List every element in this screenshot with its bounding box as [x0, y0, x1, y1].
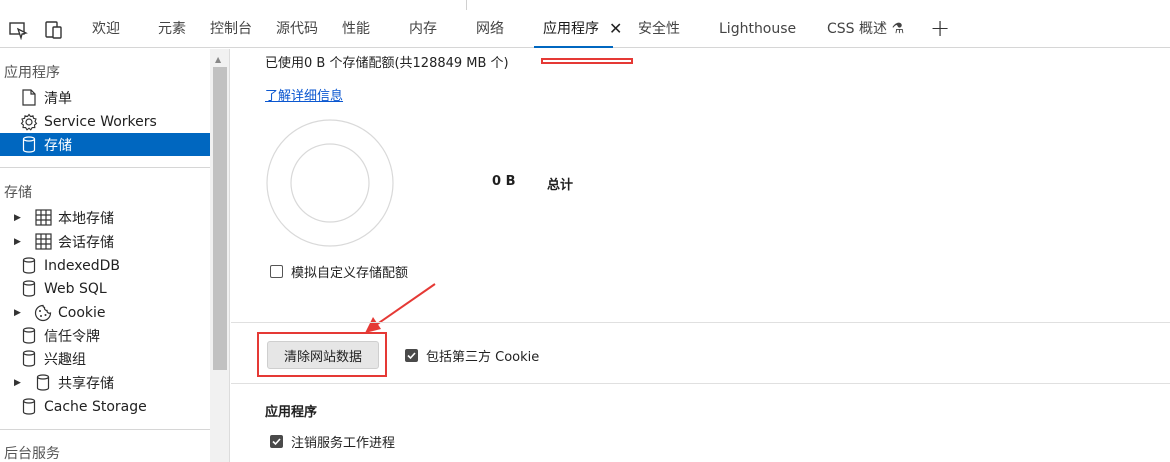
expand-arrow-icon[interactable]: ▶ [14, 308, 28, 318]
tab-css-overview[interactable]: CSS 概述 ⚗ [827, 10, 904, 48]
sidebar-item-label: Cache Storage [44, 398, 147, 415]
checkbox-box[interactable] [405, 349, 418, 362]
gear-icon [20, 113, 38, 131]
sidebar-item-label: 清单 [44, 90, 72, 107]
tab-lighthouse[interactable]: Lighthouse [719, 10, 796, 48]
sidebar-item-web-sql[interactable]: Web SQL [0, 277, 210, 300]
cookie-icon [34, 304, 52, 322]
tab-network[interactable]: 网络 [476, 10, 504, 48]
sidebar-item-label: 存储 [44, 137, 72, 154]
sidebar-divider [0, 167, 210, 168]
sidebar-item-session-storage[interactable]: ▶ 会话存储 [0, 230, 210, 253]
devtools-tabbar: 欢迎 元素 控制台 源代码 性能 内存 网络 应用程序 ✕ 安全性 Lighth… [0, 10, 1170, 48]
storage-usage-text: 已使用0 B 个存储配额(共128849 MB 个) [265, 56, 509, 71]
sidebar-section-storage: 存储 [4, 185, 32, 201]
sidebar-item-label: 共享存储 [58, 375, 114, 392]
tab-welcome[interactable]: 欢迎 [92, 10, 120, 48]
total-usage-label: 总计 [547, 178, 574, 193]
window-top-strip [0, 0, 1170, 10]
expand-arrow-icon[interactable]: ▶ [14, 213, 28, 223]
sidebar-scrollbar[interactable]: ▲ [210, 49, 230, 462]
sidebar-item-indexeddb[interactable]: IndexedDB [0, 254, 210, 277]
sidebar-item-manifest[interactable]: 清单 [0, 86, 210, 109]
grid-icon [34, 209, 52, 227]
usage-pie-chart [265, 118, 395, 252]
sidebar-item-label: 会话存储 [58, 234, 114, 251]
sidebar-item-local-storage[interactable]: ▶ 本地存储 [0, 206, 210, 229]
database-icon [34, 374, 52, 392]
annotation-arrow-icon [365, 283, 436, 333]
checkmark-icon [272, 438, 281, 446]
sidebar-item-shared-storage[interactable]: ▶ 共享存储 [0, 371, 210, 394]
database-icon [20, 398, 38, 416]
tab-sources[interactable]: 源代码 [276, 10, 318, 48]
section-divider [231, 322, 1170, 323]
more-tools-plus-icon[interactable]: + [930, 10, 950, 48]
sidebar: 应用程序 清单 Service Workers 存储 存储 ▶ 本地存储 ▶ 会… [0, 49, 210, 462]
expand-arrow-icon[interactable]: ▶ [14, 237, 28, 247]
sidebar-item-label: 本地存储 [58, 210, 114, 227]
database-icon [20, 350, 38, 368]
device-emulation-icon[interactable] [43, 19, 65, 41]
expand-arrow-icon[interactable]: ▶ [14, 378, 28, 388]
database-icon [20, 136, 38, 154]
database-icon [20, 257, 38, 275]
annotation-highlight-box: 清除网站数据 [257, 332, 387, 377]
application-section-title: 应用程序 [265, 405, 318, 420]
sidebar-item-label: 兴趣组 [44, 351, 86, 368]
close-tab-icon[interactable]: ✕ [609, 10, 622, 48]
sidebar-item-trust-tokens[interactable]: 信任令牌 [0, 324, 210, 347]
sidebar-item-storage[interactable]: 存储 [0, 133, 210, 156]
tab-elements[interactable]: 元素 [158, 10, 186, 48]
sidebar-item-label: Cookie [58, 304, 106, 321]
sidebar-section-application: 应用程序 [4, 65, 60, 81]
file-icon [20, 89, 38, 107]
include-third-party-cookies-checkbox[interactable]: 包括第三方 Cookie [405, 346, 539, 365]
unregister-sw-label: 注销服务工作进程 [291, 436, 396, 451]
scroll-up-arrow-icon[interactable]: ▲ [215, 55, 221, 64]
database-icon [20, 327, 38, 345]
clear-site-data-button[interactable]: 清除网站数据 [267, 341, 379, 369]
annotation-highlight [541, 58, 633, 64]
unregister-service-workers-checkbox[interactable]: 注销服务工作进程 [270, 432, 395, 451]
sidebar-item-interest-groups[interactable]: 兴趣组 [0, 347, 210, 370]
checkbox-box[interactable] [270, 435, 283, 448]
tab-application[interactable]: 应用程序 [534, 10, 613, 48]
sidebar-item-cookie[interactable]: ▶ Cookie [0, 301, 210, 324]
sidebar-item-label: Service Workers [44, 113, 157, 130]
checkmark-icon [407, 352, 416, 360]
sidebar-section-background-services: 后台服务 [4, 446, 60, 462]
tab-memory[interactable]: 内存 [409, 10, 437, 48]
sidebar-item-label: 信任令牌 [44, 328, 100, 345]
tab-security[interactable]: 安全性 [638, 10, 680, 48]
section-divider [231, 383, 1170, 384]
sidebar-item-cache-storage[interactable]: Cache Storage [0, 395, 210, 418]
sidebar-divider [0, 429, 210, 430]
scrollbar-thumb[interactable] [213, 67, 227, 370]
tab-console[interactable]: 控制台 [210, 10, 252, 48]
include-third-party-label: 包括第三方 Cookie [426, 350, 540, 365]
tab-performance[interactable]: 性能 [342, 10, 370, 48]
grid-icon [34, 233, 52, 251]
database-icon [20, 280, 38, 298]
total-usage-value: 0 B [492, 174, 516, 189]
learn-more-link[interactable]: 了解详细信息 [265, 85, 343, 104]
sidebar-item-label: IndexedDB [44, 257, 120, 274]
sidebar-item-service-workers[interactable]: Service Workers [0, 110, 210, 133]
storage-panel: 已使用0 B 个存储配额(共128849 MB 个) 了解详细信息 0 B 总计… [231, 49, 1170, 462]
inspect-element-icon[interactable] [7, 19, 29, 41]
checkbox-box[interactable] [270, 265, 283, 278]
sidebar-item-label: Web SQL [44, 280, 107, 297]
